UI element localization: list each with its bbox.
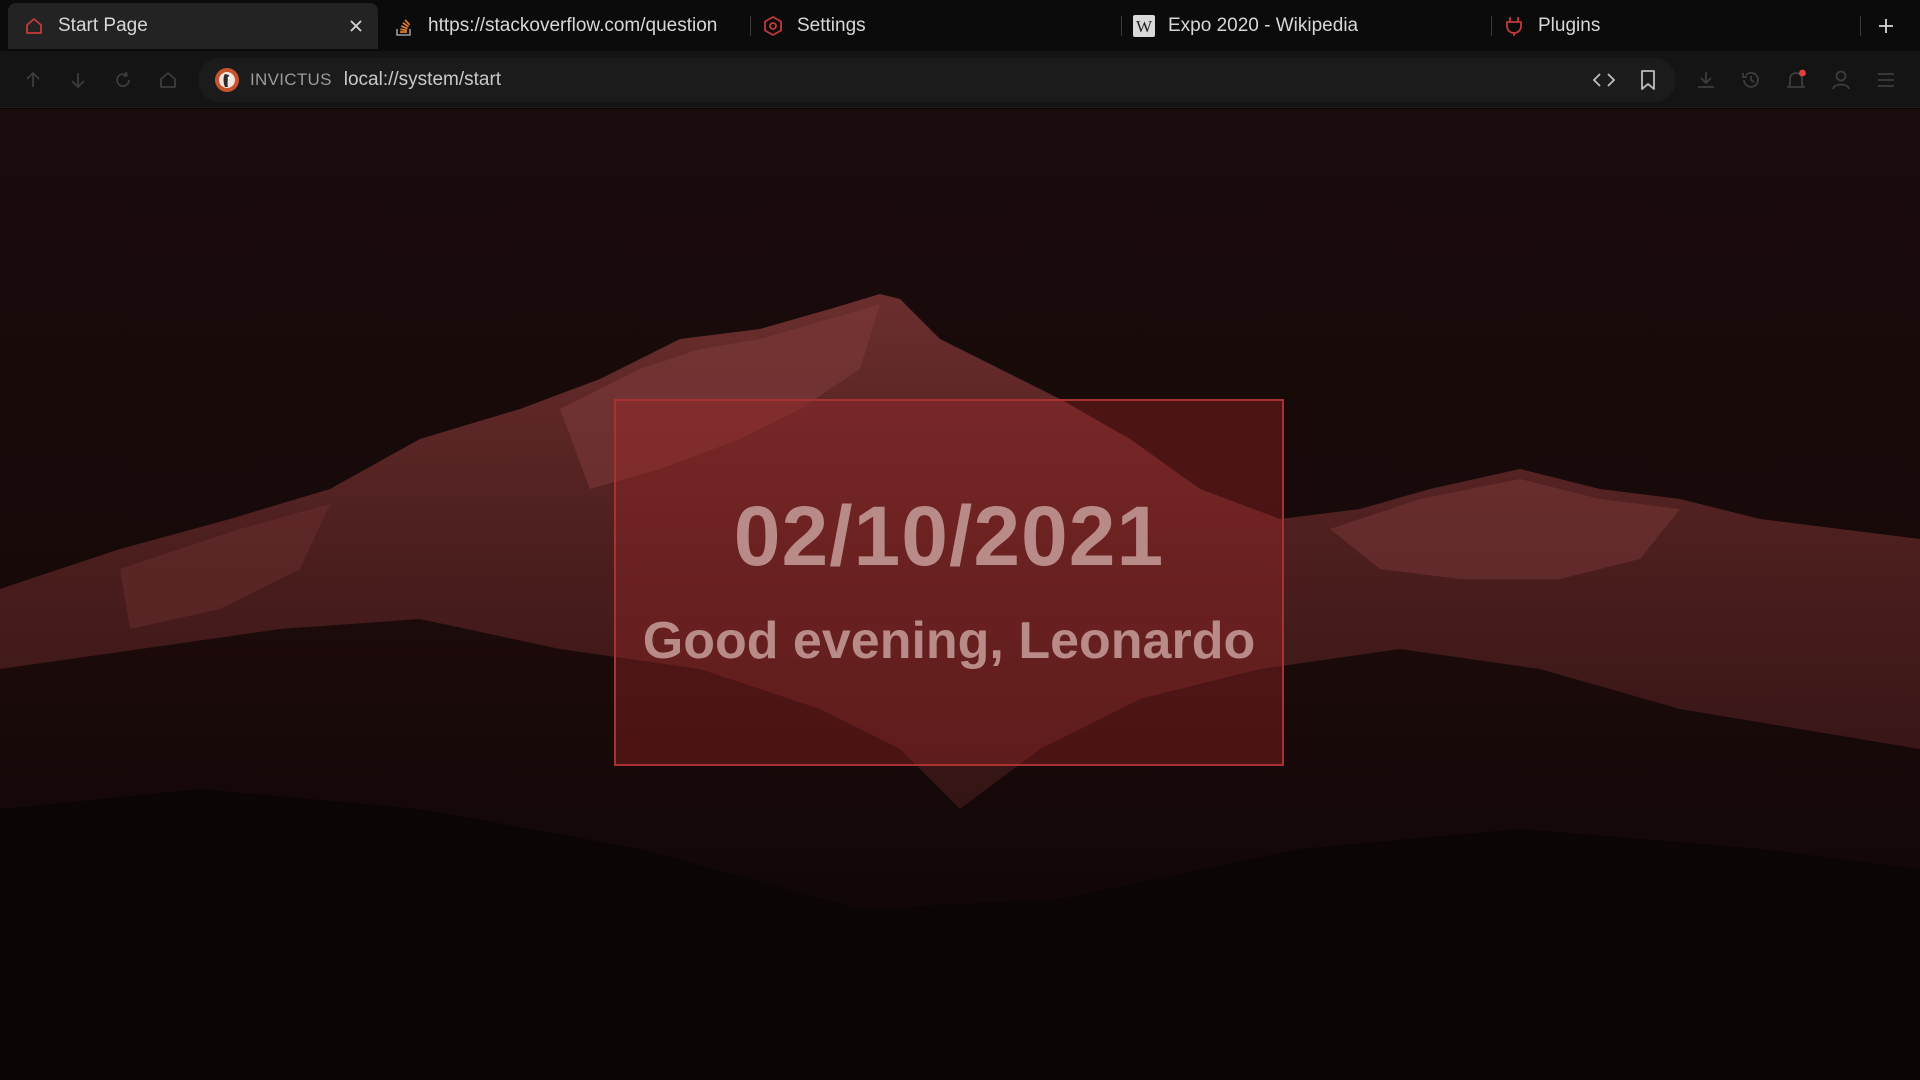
profile-button[interactable] bbox=[1827, 66, 1855, 94]
back-button[interactable] bbox=[19, 66, 47, 94]
arrow-down-icon bbox=[71, 73, 85, 89]
home-button[interactable] bbox=[154, 66, 182, 94]
plus-icon bbox=[1879, 19, 1893, 33]
greeting-card: 02/10/2021 Good evening, Leonardo bbox=[614, 399, 1284, 766]
address-bar-actions bbox=[1590, 66, 1662, 94]
duckduckgo-icon bbox=[215, 68, 239, 92]
tab-separator bbox=[1491, 16, 1492, 36]
wikipedia-icon: W bbox=[1132, 14, 1156, 38]
reload-icon bbox=[116, 71, 130, 87]
bookmark-icon bbox=[1641, 70, 1655, 90]
notifications-button[interactable] bbox=[1782, 66, 1810, 94]
arrow-up-icon bbox=[26, 71, 40, 87]
bookmark-button[interactable] bbox=[1634, 66, 1662, 94]
search-engine-label[interactable]: INVICTUS bbox=[250, 70, 332, 90]
toolbar: INVICTUS local://system/start bbox=[0, 51, 1920, 108]
tab-label: Settings bbox=[797, 15, 866, 36]
settings-hexagon-icon bbox=[761, 14, 785, 38]
tab-bar: Start Page https://stackoverflow.com/que… bbox=[0, 0, 1920, 51]
tab-separator bbox=[750, 16, 751, 36]
current-date: 02/10/2021 bbox=[733, 489, 1165, 583]
address-bar[interactable]: INVICTUS local://system/start bbox=[198, 58, 1676, 102]
history-button[interactable] bbox=[1737, 66, 1765, 94]
greeting-text: Good evening, Leonardo bbox=[642, 612, 1256, 670]
home-icon bbox=[160, 72, 176, 88]
tab-label: Expo 2020 - Wikipedia bbox=[1168, 15, 1359, 36]
bell-icon bbox=[1787, 69, 1806, 88]
tab-plugins[interactable]: Plugins bbox=[1502, 3, 1842, 49]
tab-separator bbox=[1860, 16, 1861, 36]
tab-separator bbox=[1121, 16, 1122, 36]
new-tab-button[interactable] bbox=[1872, 12, 1900, 40]
tab-start-page[interactable]: Start Page bbox=[8, 3, 378, 49]
tab-label: Plugins bbox=[1538, 15, 1601, 36]
tab-stackoverflow[interactable]: https://stackoverflow.com/question bbox=[392, 3, 734, 49]
download-icon bbox=[1698, 72, 1714, 88]
menu-button[interactable] bbox=[1872, 66, 1900, 94]
user-icon bbox=[1832, 70, 1850, 90]
tab-settings[interactable]: Settings bbox=[761, 3, 1101, 49]
downloads-button[interactable] bbox=[1692, 66, 1720, 94]
hamburger-menu-icon bbox=[1878, 73, 1894, 87]
tab-label: Start Page bbox=[58, 15, 148, 36]
start-page: 02/10/2021 Good evening, Leonardo bbox=[0, 109, 1920, 1080]
plug-icon bbox=[1502, 14, 1526, 38]
close-icon[interactable] bbox=[344, 14, 368, 38]
url-text[interactable]: local://system/start bbox=[344, 69, 501, 91]
stackoverflow-icon bbox=[392, 14, 416, 38]
reload-button[interactable] bbox=[109, 66, 137, 94]
code-icon bbox=[1592, 73, 1616, 87]
tab-label: https://stackoverflow.com/question bbox=[428, 15, 718, 36]
svg-text:W: W bbox=[1136, 17, 1153, 36]
home-icon bbox=[22, 14, 46, 38]
tab-wikipedia[interactable]: W Expo 2020 - Wikipedia bbox=[1132, 3, 1472, 49]
view-source-button[interactable] bbox=[1590, 66, 1618, 94]
history-icon bbox=[1742, 72, 1759, 88]
forward-button[interactable] bbox=[64, 66, 92, 94]
